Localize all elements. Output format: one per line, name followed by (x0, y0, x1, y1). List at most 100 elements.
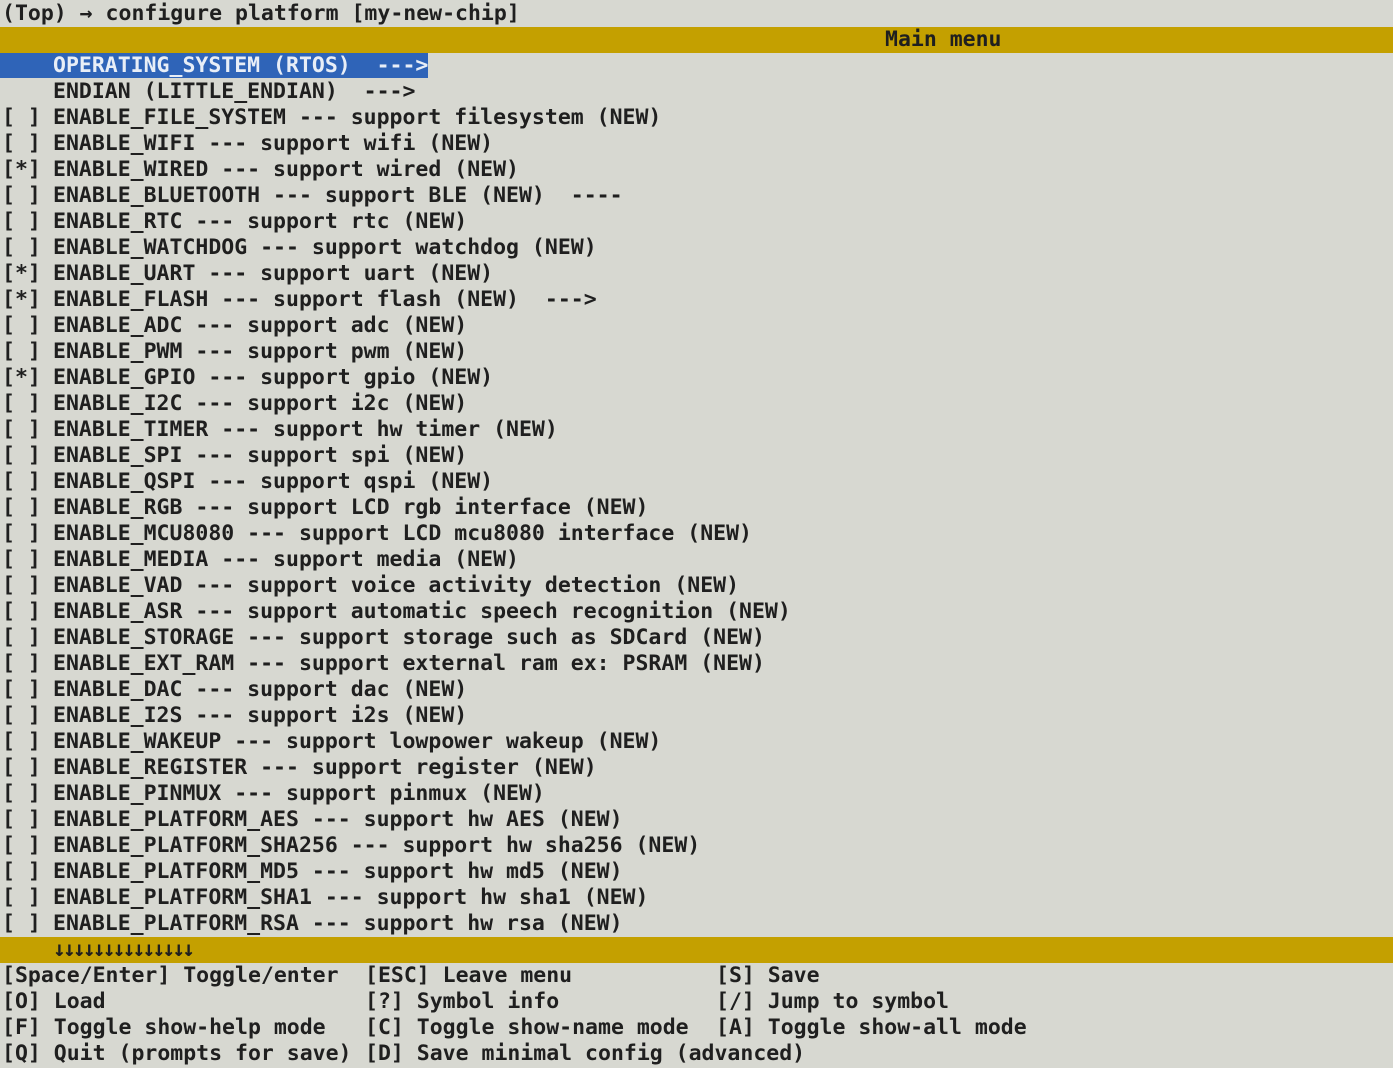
help-save-minimal: [D] Save minimal config (advanced) (365, 1041, 806, 1066)
menu-item[interactable]: [ ] ENABLE_PLATFORM_MD5 --- support hw md… (0, 859, 1393, 885)
menu-item-label: ENABLE_PWM --- support pwm (NEW) (53, 339, 468, 364)
menu-item[interactable]: ENDIAN (LITTLE_ENDIAN) ---> (0, 79, 1393, 105)
checkbox[interactable]: [ ] (2, 391, 53, 417)
menu-item-label: ENABLE_MCU8080 --- support LCD mcu8080 i… (53, 521, 752, 546)
menu-item-label: ENABLE_VAD --- support voice activity de… (53, 573, 740, 598)
menu-item-label: ENABLE_I2C --- support i2c (NEW) (53, 391, 468, 416)
menu-item[interactable]: OPERATING_SYSTEM (RTOS) ---> (0, 53, 1393, 79)
checkbox[interactable]: [ ] (2, 703, 53, 729)
menu-item-label: ENABLE_EXT_RAM --- support external ram … (53, 651, 765, 676)
checkbox[interactable]: [ ] (2, 729, 53, 755)
checkbox[interactable]: [ ] (2, 105, 53, 131)
checkbox[interactable]: [ ] (2, 599, 53, 625)
menu-item[interactable]: [ ] ENABLE_EXT_RAM --- support external r… (0, 651, 1393, 677)
checkbox[interactable]: [ ] (2, 417, 53, 443)
menu-item[interactable]: [ ] ENABLE_WATCHDOG --- support watchdog … (0, 235, 1393, 261)
menu-item[interactable]: [ ] ENABLE_FILE_SYSTEM --- support filesy… (0, 105, 1393, 131)
checkbox[interactable]: [ ] (2, 495, 53, 521)
menu-item[interactable]: [ ] ENABLE_VAD --- support voice activity… (0, 573, 1393, 599)
menu-item[interactable]: [ ] ENABLE_RTC --- support rtc (NEW) (0, 209, 1393, 235)
checkbox[interactable]: [ ] (2, 573, 53, 599)
checkbox[interactable]: [ ] (2, 443, 53, 469)
menu-item-label: ENABLE_PLATFORM_RSA --- support hw rsa (… (53, 911, 623, 936)
menu-item-label: ENABLE_REGISTER --- support register (NE… (53, 755, 597, 780)
checkbox[interactable]: [*] (2, 287, 53, 313)
help-load: [O] Load (2, 989, 106, 1014)
checkbox[interactable]: [ ] (2, 911, 53, 937)
menu-item[interactable]: [ ] ENABLE_ASR --- support automatic spee… (0, 599, 1393, 625)
menu-item-label: ENABLE_MEDIA --- support media (NEW) (53, 547, 519, 572)
checkbox[interactable]: [ ] (2, 235, 53, 261)
menu-item[interactable]: [ ] ENABLE_PWM --- support pwm (NEW) (0, 339, 1393, 365)
checkbox[interactable]: [ ] (2, 313, 53, 339)
menu-item-label: ENABLE_GPIO --- support gpio (NEW) (53, 365, 494, 390)
menu-item[interactable]: [ ] ENABLE_STORAGE --- support storage su… (0, 625, 1393, 651)
menu-item[interactable]: [ ] ENABLE_TIMER --- support hw timer (NE… (0, 417, 1393, 443)
menu-header-bar: Main menu (0, 27, 1393, 53)
checkbox[interactable]: [ ] (2, 833, 53, 859)
help-esc: [ESC] Leave menu (365, 963, 573, 988)
menu-item-label: ENDIAN (LITTLE_ENDIAN) ---> (53, 79, 416, 104)
checkbox[interactable]: [ ] (2, 469, 53, 495)
checkbox[interactable]: [ ] (2, 807, 53, 833)
menu-item-label: ENABLE_FLASH --- support flash (NEW) ---… (53, 287, 597, 312)
menu-item-label: ENABLE_WAKEUP --- support lowpower wakeu… (53, 729, 662, 754)
menu-item[interactable]: [*] ENABLE_GPIO --- support gpio (NEW) (0, 365, 1393, 391)
checkbox[interactable]: [ ] (2, 885, 53, 911)
menu-item[interactable]: [ ] ENABLE_PLATFORM_SHA256 --- support hw… (0, 833, 1393, 859)
checkbox[interactable]: [*] (2, 261, 53, 287)
help-show-help: [F] Toggle show-help mode (2, 1015, 326, 1040)
menu-item-label: ENABLE_SPI --- support spi (NEW) (53, 443, 468, 468)
checkbox[interactable]: [ ] (2, 859, 53, 885)
menu-item-label: ENABLE_RGB --- support LCD rgb interface… (53, 495, 649, 520)
checkbox[interactable]: [*] (2, 157, 53, 183)
menu-item[interactable]: [ ] ENABLE_QSPI --- support qspi (NEW) (0, 469, 1393, 495)
menu-item-label: ENABLE_PLATFORM_SHA1 --- support hw sha1… (53, 885, 649, 910)
menu-item-label: ENABLE_UART --- support uart (NEW) (53, 261, 494, 286)
checkbox[interactable]: [ ] (2, 183, 53, 209)
menu-item[interactable]: [ ] ENABLE_PLATFORM_RSA --- support hw rs… (0, 911, 1393, 937)
scroll-down-indicator[interactable]: ↓↓↓↓↓↓↓↓↓↓↓↓↓↓ (53, 937, 195, 963)
menu-item[interactable]: [ ] ENABLE_SPI --- support spi (NEW) (0, 443, 1393, 469)
menu-item-label: ENABLE_PLATFORM_AES --- support hw AES (… (53, 807, 623, 832)
menu-item-label: ENABLE_QSPI --- support qspi (NEW) (53, 469, 494, 494)
checkbox[interactable]: [ ] (2, 781, 53, 807)
menu-item-label: ENABLE_STORAGE --- support storage such … (53, 625, 765, 650)
menu-item[interactable]: [ ] ENABLE_PINMUX --- support pinmux (NEW… (0, 781, 1393, 807)
menu-item[interactable]: [ ] ENABLE_MEDIA --- support media (NEW) (0, 547, 1393, 573)
checkbox[interactable]: [ ] (2, 651, 53, 677)
menu-item[interactable]: [ ] ENABLE_REGISTER --- support register … (0, 755, 1393, 781)
menu-item-label: ENABLE_WATCHDOG --- support watchdog (NE… (53, 235, 597, 260)
checkbox[interactable]: [ ] (2, 547, 53, 573)
menu-item[interactable]: [ ] ENABLE_PLATFORM_SHA1 --- support hw s… (0, 885, 1393, 911)
menu-item[interactable]: [ ] ENABLE_WIFI --- support wifi (NEW) (0, 131, 1393, 157)
checkbox[interactable]: [ ] (2, 677, 53, 703)
menu-item-label: ENABLE_DAC --- support dac (NEW) (53, 677, 468, 702)
menu-item[interactable]: [ ] ENABLE_WAKEUP --- support lowpower wa… (0, 729, 1393, 755)
menu-item-label: ENABLE_PLATFORM_MD5 --- support hw md5 (… (53, 859, 623, 884)
checkbox[interactable]: [ ] (2, 755, 53, 781)
checkbox[interactable]: [ ] (2, 339, 53, 365)
menu-item[interactable]: [ ] ENABLE_MCU8080 --- support LCD mcu808… (0, 521, 1393, 547)
checkbox[interactable]: [ ] (2, 521, 53, 547)
help-space-enter: [Space/Enter] Toggle/enter (2, 963, 339, 988)
menu-item[interactable]: [*] ENABLE_UART --- support uart (NEW) (0, 261, 1393, 287)
menu-item-label: ENABLE_BLUETOOTH --- support BLE (NEW) -… (53, 183, 623, 208)
checkbox[interactable]: [*] (2, 365, 53, 391)
help-jump: [/] Jump to symbol (716, 989, 949, 1014)
menu-item[interactable]: [ ] ENABLE_I2S --- support i2s (NEW) (0, 703, 1393, 729)
menu-item-label: ENABLE_PINMUX --- support pinmux (NEW) (53, 781, 545, 806)
menu-item-label: ENABLE_I2S --- support i2s (NEW) (53, 703, 468, 728)
menu-item[interactable]: [*] ENABLE_WIRED --- support wired (NEW) (0, 157, 1393, 183)
menu-item[interactable]: [ ] ENABLE_BLUETOOTH --- support BLE (NEW… (0, 183, 1393, 209)
checkbox[interactable]: [ ] (2, 131, 53, 157)
menu-item[interactable]: [*] ENABLE_FLASH --- support flash (NEW) … (0, 287, 1393, 313)
checkbox[interactable]: [ ] (2, 625, 53, 651)
menu-item[interactable]: [ ] ENABLE_RGB --- support LCD rgb interf… (0, 495, 1393, 521)
menu-item[interactable]: [ ] ENABLE_ADC --- support adc (NEW) (0, 313, 1393, 339)
menu-item[interactable]: [ ] ENABLE_I2C --- support i2c (NEW) (0, 391, 1393, 417)
help-save: [S] Save (716, 963, 820, 988)
menu-item[interactable]: [ ] ENABLE_DAC --- support dac (NEW) (0, 677, 1393, 703)
menu-item[interactable]: [ ] ENABLE_PLATFORM_AES --- support hw AE… (0, 807, 1393, 833)
checkbox[interactable]: [ ] (2, 209, 53, 235)
